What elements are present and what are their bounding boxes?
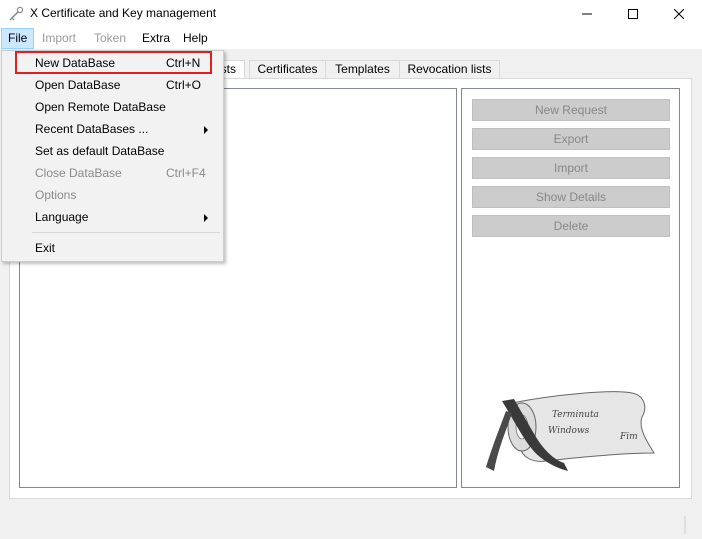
menu-item-open-database[interactable]: Open DataBase Ctrl+O: [2, 74, 223, 96]
menu-item-language[interactable]: Language: [2, 206, 223, 228]
title-bar: X Certificate and Key management: [0, 0, 702, 28]
highlight-annotation: [15, 51, 212, 74]
menu-item-options[interactable]: Options: [2, 184, 223, 206]
scroll-text-line3: Fim: [619, 432, 638, 442]
resize-grip-icon[interactable]: [683, 514, 699, 536]
menu-bar: File Import Token Extra Help: [0, 28, 702, 49]
minimize-icon: [582, 13, 592, 15]
scroll-illustration: Terminuta Windows Fim: [486, 391, 655, 471]
tab-revocation-lists[interactable]: Revocation lists: [399, 60, 500, 78]
menu-item-set-default-database[interactable]: Set as default DataBase: [2, 140, 223, 162]
maximize-icon: [628, 9, 638, 19]
menu-item-exit[interactable]: Exit: [2, 237, 223, 259]
delete-button[interactable]: Delete: [472, 215, 670, 237]
close-button[interactable]: [656, 0, 702, 28]
menu-file[interactable]: File: [1, 28, 35, 49]
new-request-button[interactable]: New Request: [472, 99, 670, 121]
menu-token[interactable]: Token: [88, 28, 132, 49]
menu-item-open-remote-database[interactable]: Open Remote DataBase: [2, 96, 223, 118]
minimize-button[interactable]: [564, 0, 610, 28]
tab-templates[interactable]: Templates: [325, 60, 400, 78]
menu-help[interactable]: Help: [177, 28, 214, 49]
menu-item-recent-databases[interactable]: Recent DataBases ...: [2, 118, 223, 140]
show-details-button[interactable]: Show Details: [472, 186, 670, 208]
import-button[interactable]: Import: [472, 157, 670, 179]
menu-item-close-database[interactable]: Close DataBase Ctrl+F4: [2, 162, 223, 184]
tab-certificates[interactable]: Certificates: [249, 60, 326, 78]
scroll-text-line2: Windows: [548, 426, 590, 436]
close-icon: [674, 9, 684, 19]
window-title: X Certificate and Key management: [30, 6, 217, 20]
key-icon: [8, 6, 24, 22]
action-panel: New Request Export Import Show Details D…: [461, 88, 680, 488]
maximize-button[interactable]: [610, 0, 656, 28]
scroll-text-line1: Terminuta: [552, 410, 599, 420]
submenu-arrow-icon: [204, 214, 208, 222]
export-button[interactable]: Export: [472, 128, 670, 150]
menu-separator: [32, 232, 220, 233]
file-menu-dropdown: New DataBase Ctrl+N Open DataBase Ctrl+O…: [1, 50, 224, 262]
menu-import[interactable]: Import: [36, 28, 82, 49]
menu-extra[interactable]: Extra: [136, 28, 176, 49]
submenu-arrow-icon: [204, 126, 208, 134]
